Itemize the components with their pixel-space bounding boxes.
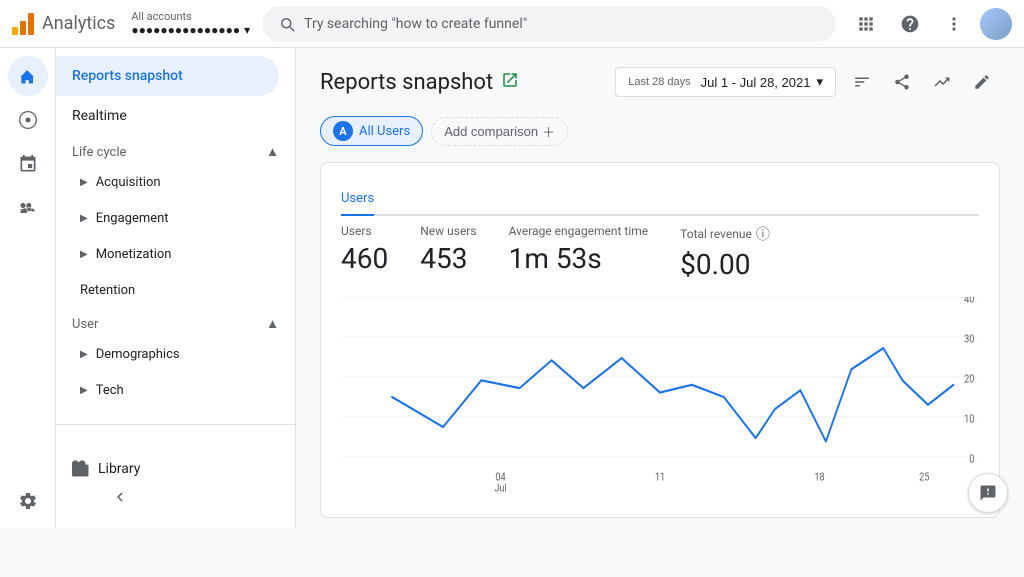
- metric-users-label: Users: [341, 224, 388, 238]
- nav-retention[interactable]: Retention: [56, 272, 295, 308]
- sidebar-icon-lifecycle[interactable]: [8, 144, 48, 184]
- nav-monetization[interactable]: ▶ Monetization: [56, 236, 295, 272]
- nav-lifecycle-section[interactable]: Life cycle ▲: [56, 136, 295, 164]
- avatar[interactable]: [980, 8, 1012, 40]
- logo-area: Analytics: [12, 13, 115, 35]
- chevron-right-icon-2: ▶: [80, 213, 88, 224]
- main-card: Users Users 460 New users 453 Average en…: [320, 162, 1000, 518]
- search-icon: [278, 15, 296, 33]
- add-comparison-button[interactable]: Add comparison ＋: [431, 117, 568, 146]
- edit-button[interactable]: [964, 64, 1000, 100]
- filter-chip-icon: A: [333, 121, 353, 141]
- all-accounts-label: All accounts: [131, 10, 250, 23]
- chevron-right-icon-5: ▶: [80, 385, 88, 396]
- svg-text:Jul: Jul: [494, 483, 506, 495]
- svg-text:40: 40: [964, 297, 975, 306]
- metric-new-users-label: New users: [420, 224, 476, 238]
- metric-new-users: New users 453: [420, 224, 476, 281]
- more-button[interactable]: [936, 6, 972, 42]
- tab-users[interactable]: Users: [341, 183, 374, 216]
- account-selector[interactable]: All accounts ●●●●●●●●●●●●●●● ▾: [131, 10, 250, 37]
- date-range-button[interactable]: Last 28 days Jul 1 - Jul 28, 2021 ▾: [615, 67, 836, 97]
- trend-button[interactable]: [924, 64, 960, 100]
- nav-realtime[interactable]: Realtime: [56, 96, 279, 136]
- svg-text:25: 25: [919, 472, 930, 484]
- chart-container: 40 30 20 10 0 04 Jul 11 18 25: [341, 297, 979, 497]
- apps-button[interactable]: [848, 6, 884, 42]
- logo-bar-2: [20, 21, 26, 35]
- info-icon[interactable]: ⓘ: [756, 224, 770, 244]
- metric-new-users-value: 453: [420, 242, 476, 275]
- dropdown-chevron: ▾: [244, 23, 250, 37]
- nav-engagement[interactable]: ▶ Engagement: [56, 200, 295, 236]
- metric-engagement: Average engagement time 1m 53s: [509, 224, 649, 281]
- metric-engagement-label: Average engagement time: [509, 224, 649, 238]
- app-title: Analytics: [42, 13, 115, 34]
- page-header: Reports snapshot Last 28 days Jul 1 - Ju…: [320, 64, 1000, 100]
- share-button[interactable]: [884, 64, 920, 100]
- nav-tech[interactable]: ▶ Tech: [56, 372, 295, 408]
- page-title-area: Reports snapshot: [320, 70, 519, 95]
- content-area: Reports snapshot Last 28 days Jul 1 - Ju…: [296, 48, 1024, 529]
- chevron-right-icon-3: ▶: [80, 249, 88, 260]
- svg-text:0: 0: [969, 454, 974, 466]
- metric-revenue-value: $0.00: [680, 248, 770, 281]
- nav-user-section[interactable]: User ▲: [56, 308, 295, 336]
- account-name: ●●●●●●●●●●●●●●● ▾: [131, 23, 250, 37]
- chevron-up-icon-2: ▲: [266, 316, 279, 332]
- analytics-logo: [12, 13, 34, 35]
- line-chart: 40 30 20 10 0 04 Jul 11 18 25: [341, 297, 979, 497]
- dropdown-chevron-icon: ▾: [816, 74, 823, 90]
- svg-text:20: 20: [964, 374, 975, 386]
- filter-bar: A All Users Add comparison ＋: [320, 116, 1000, 146]
- sidebar-icons: [0, 48, 56, 529]
- all-users-filter[interactable]: A All Users: [320, 116, 423, 146]
- sidebar-icon-realtime[interactable]: [8, 100, 48, 140]
- chevron-up-icon: ▲: [266, 144, 279, 160]
- metric-users-value: 460: [341, 242, 388, 275]
- add-icon: ＋: [542, 122, 555, 141]
- page-header-right: Last 28 days Jul 1 - Jul 28, 2021 ▾: [615, 64, 1000, 100]
- chevron-right-icon-4: ▶: [80, 349, 88, 360]
- svg-text:11: 11: [655, 472, 665, 484]
- search-bar[interactable]: Try searching "how to create funnel": [262, 6, 836, 42]
- chart-tab-bar: Users: [341, 183, 979, 216]
- feedback-icon: [979, 484, 997, 502]
- svg-text:18: 18: [814, 472, 825, 484]
- metric-engagement-value: 1m 53s: [509, 242, 649, 275]
- chevron-right-icon: ▶: [80, 177, 88, 188]
- svg-text:30: 30: [964, 334, 975, 346]
- help-button[interactable]: [892, 6, 928, 42]
- sidebar-icon-home[interactable]: [8, 56, 48, 96]
- main-layout: Reports snapshot Realtime Life cycle ▲ ▶…: [0, 48, 1024, 529]
- page-title: Reports snapshot: [320, 70, 493, 95]
- metric-revenue-label: Total revenue ⓘ: [680, 224, 770, 244]
- collapse-nav-button[interactable]: [104, 481, 136, 513]
- feedback-button[interactable]: [968, 473, 1008, 513]
- header-actions: [848, 6, 1012, 42]
- logo-bar-3: [28, 13, 34, 35]
- nav-panel: Reports snapshot Realtime Life cycle ▲ ▶…: [56, 48, 296, 529]
- metric-users: Users 460: [341, 224, 388, 281]
- logo-bar-1: [12, 27, 18, 35]
- nav-acquisition[interactable]: ▶ Acquisition: [56, 164, 295, 200]
- nav-reports-snapshot[interactable]: Reports snapshot: [56, 56, 279, 96]
- sidebar-icon-user[interactable]: [8, 188, 48, 228]
- svg-text:10: 10: [964, 414, 975, 426]
- search-placeholder: Try searching "how to create funnel": [304, 16, 527, 32]
- external-link-icon[interactable]: [501, 71, 519, 94]
- customize-button[interactable]: [844, 64, 880, 100]
- app-header: Analytics All accounts ●●●●●●●●●●●●●●● ▾…: [0, 0, 1024, 48]
- metric-revenue: Total revenue ⓘ $0.00: [680, 224, 770, 281]
- nav-demographics[interactable]: ▶ Demographics: [56, 336, 295, 372]
- metrics-row: Users 460 New users 453 Average engageme…: [341, 224, 979, 281]
- page-actions: [844, 64, 1000, 100]
